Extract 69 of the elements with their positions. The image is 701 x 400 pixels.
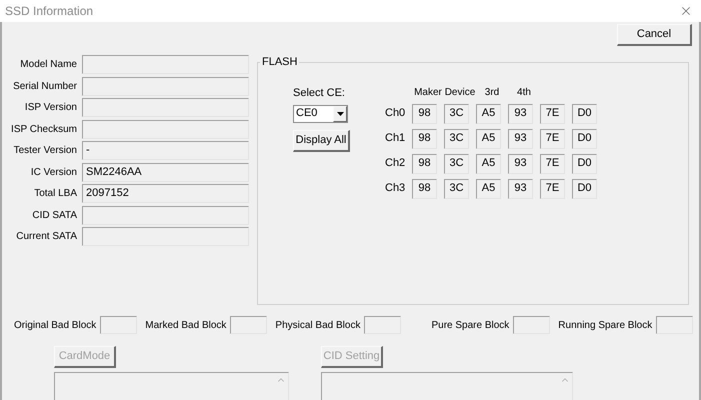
count-field[interactable]	[364, 316, 402, 334]
text-field[interactable]	[82, 76, 249, 96]
value-field: 7E	[540, 178, 565, 198]
field-label: Serial Number	[12, 80, 77, 94]
count-field[interactable]	[513, 316, 550, 334]
field-label: IC Version	[30, 166, 77, 180]
value-field: A5	[476, 128, 501, 148]
value-field: 3C	[444, 104, 469, 124]
value-field: 3C	[444, 178, 469, 198]
text-field[interactable]	[82, 227, 249, 246]
text-field[interactable]: -	[82, 141, 249, 160]
display-all-button[interactable]: Display All	[293, 130, 350, 152]
field-label: Current SATA	[15, 230, 77, 244]
ce-dropdown[interactable]: CE0	[293, 104, 348, 122]
value-field: 3C	[444, 128, 469, 148]
channel-label: Ch0	[385, 106, 406, 122]
block-label: Original Bad Block	[14, 318, 96, 332]
value-field: A5	[476, 104, 501, 124]
value-field: D0	[572, 178, 597, 198]
text-field[interactable]: SM2246AA	[82, 162, 249, 182]
count-field[interactable]	[656, 316, 694, 334]
field-label: Total LBA	[33, 187, 77, 201]
cancel-button[interactable]: Cancel	[617, 24, 692, 46]
channel-label: Ch1	[385, 131, 406, 146]
text-area[interactable]	[321, 372, 573, 400]
block-label: Marked Bad Block	[145, 318, 226, 332]
text-area[interactable]	[54, 372, 289, 400]
column-header: 4th	[516, 86, 532, 98]
text-field[interactable]	[82, 120, 249, 138]
value-field: 93	[508, 178, 533, 198]
value-field: 98	[412, 178, 437, 198]
channel-label: Ch2	[385, 156, 406, 172]
dropdown-value: CE0	[296, 106, 318, 122]
value-field: 7E	[540, 104, 565, 124]
text-field[interactable]: 2097152	[82, 184, 249, 203]
field-label: ISP Checksum	[10, 122, 77, 136]
value-field: 98	[412, 154, 437, 174]
value-field: 3C	[444, 154, 469, 174]
value-field: D0	[572, 104, 597, 124]
block-label: Pure Spare Block	[431, 318, 510, 332]
value-field: A5	[476, 178, 501, 198]
value-field: D0	[572, 128, 597, 148]
value-field: 98	[412, 128, 437, 148]
value-field: D0	[572, 154, 597, 174]
column-header: 3rd	[484, 86, 500, 98]
value-field: 93	[508, 104, 533, 124]
column-header: Maker	[413, 86, 443, 98]
count-field[interactable]	[230, 316, 268, 334]
field-label: Tester Version	[12, 144, 77, 158]
channel-label: Ch3	[385, 181, 406, 196]
column-header: Device	[444, 86, 476, 98]
group-title: FLASH	[261, 55, 298, 70]
value-field: 93	[508, 128, 533, 148]
text-field[interactable]	[82, 55, 249, 74]
block-label: Physical Bad Block	[275, 318, 360, 332]
value-field: 98	[412, 104, 437, 124]
block-label: Running Spare Block	[558, 318, 652, 332]
value-field: A5	[476, 154, 501, 174]
field-label: CID SATA	[31, 208, 77, 222]
select-label: Select CE:	[293, 86, 346, 98]
text-field[interactable]	[82, 206, 249, 224]
window-title: SSD Information	[5, 3, 94, 20]
text-field[interactable]	[82, 98, 249, 117]
field-label: Model Name	[19, 58, 77, 72]
value-field: 93	[508, 154, 533, 174]
value-field: 7E	[540, 128, 565, 148]
count-field[interactable]	[100, 316, 138, 334]
field-label: ISP Version	[24, 101, 77, 115]
value-field: 7E	[540, 154, 565, 174]
